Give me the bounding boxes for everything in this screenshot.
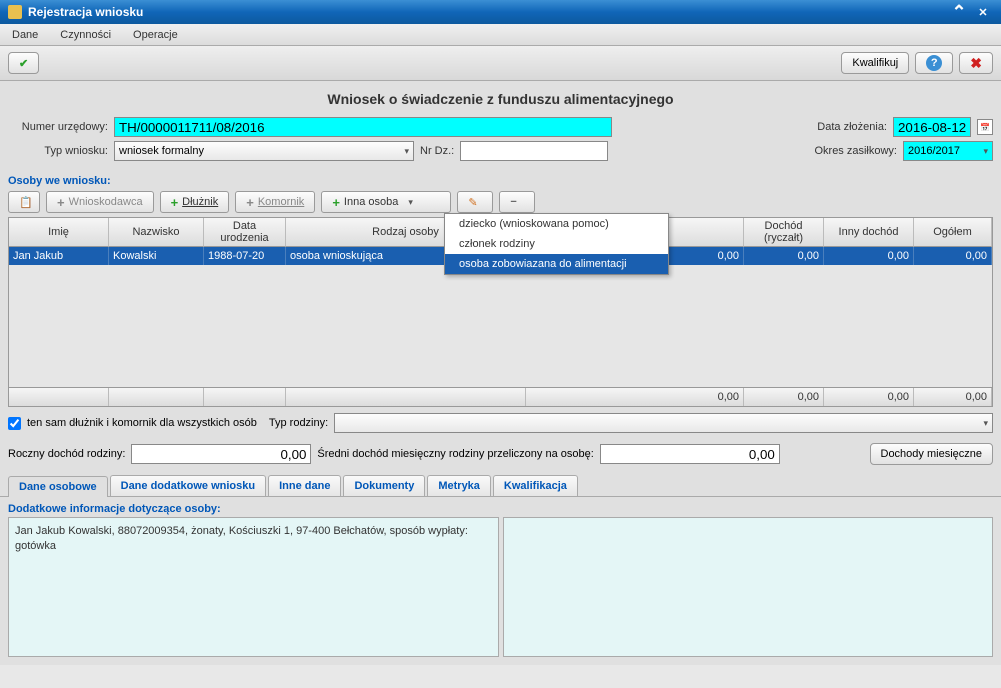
cell-inny: 0,00 — [824, 247, 914, 265]
typ-rodziny-select[interactable] — [334, 413, 993, 433]
typ-select[interactable]: wniosek formalny — [114, 141, 414, 161]
data-field[interactable] — [893, 117, 971, 137]
close-icon[interactable]: ✕ — [973, 4, 993, 20]
dluznik-label: Dłużnik — [182, 196, 218, 208]
dropdown-item-dziecko[interactable]: dziecko (wnioskowana pomoc) — [445, 214, 668, 234]
numer-field[interactable] — [114, 117, 612, 137]
confirm-button[interactable]: ✔ — [8, 52, 39, 74]
persons-toolbar: 📋 +Wnioskodawca +Dłużnik +Komornik +Inna… — [0, 189, 1001, 217]
details-section-label: Dodatkowe informacje dotyczące osoby: — [0, 497, 1001, 517]
foot-ogolem: 0,00 — [914, 388, 992, 406]
titlebar: Rejestracja wniosku ⌃ ✕ — [0, 0, 1001, 24]
calendar-icon[interactable]: 📅 — [977, 119, 993, 135]
add-komornik-button[interactable]: + Komornik — [235, 191, 315, 213]
dropdown-item-czlonek[interactable]: członek rodziny — [445, 234, 668, 254]
page-heading: Wniosek o świadczenie z funduszu aliment… — [0, 81, 1001, 113]
sredni-label: Średni dochód miesięczny rodziny przelic… — [317, 448, 593, 460]
col-inny[interactable]: Inny dochód — [824, 218, 914, 247]
komornik-label: Komornik — [258, 196, 304, 208]
nrdz-label: Nr Dz.: — [420, 145, 454, 157]
plus-icon: + — [246, 195, 254, 210]
app-icon — [8, 5, 22, 19]
cell-imie: Jan Jakub — [9, 247, 109, 265]
menu-czynnosci[interactable]: Czynności — [56, 27, 115, 43]
typ-rodziny-label: Typ rodziny: — [269, 417, 328, 429]
col-imie[interactable]: Imię — [9, 218, 109, 247]
cross-icon: ✖ — [970, 55, 982, 72]
toolbar: ✔ Kwalifikuj ? ✖ — [0, 46, 1001, 81]
numer-label: Numer urzędowy: — [8, 121, 108, 133]
col-data[interactable]: Data urodzenia — [204, 218, 286, 247]
tab-dane-osobowe[interactable]: Dane osobowe — [8, 476, 108, 497]
help-icon: ? — [926, 55, 942, 71]
person-details-box: Jan Jakub Kowalski, 88072009354, żonaty,… — [8, 517, 499, 657]
window-title: Rejestracja wniosku — [28, 5, 143, 19]
add-wnioskodawca-button[interactable]: + Wnioskodawca — [46, 191, 154, 213]
minimize-icon[interactable]: ⌃ — [949, 4, 969, 20]
add-dluznik-button[interactable]: +Dłużnik — [160, 191, 230, 213]
wnioskodawca-label: Wnioskodawca — [69, 196, 143, 208]
col-ryczalt[interactable]: Dochód (ryczałt) — [744, 218, 824, 247]
tab-dane-dodatkowe[interactable]: Dane dodatkowe wniosku — [110, 475, 266, 496]
plus-icon: + — [57, 195, 65, 210]
cell-ryczalt: 0,00 — [744, 247, 824, 265]
tab-inne-dane[interactable]: Inne dane — [268, 475, 341, 496]
same-dluznik-label: ten sam dłużnik i komornik dla wszystkic… — [27, 417, 257, 429]
check-icon: ✔ — [19, 57, 28, 70]
roczny-label: Roczny dochód rodziny: — [8, 448, 125, 460]
menu-dane[interactable]: Dane — [8, 27, 42, 43]
foot-inny: 0,00 — [824, 388, 914, 406]
cancel-button[interactable]: ✖ — [959, 52, 993, 74]
nrdz-field[interactable] — [460, 141, 608, 161]
roczny-field[interactable] — [131, 444, 311, 464]
inna-label: Inna osoba — [344, 196, 398, 208]
okres-select[interactable]: 2016/2017 — [903, 141, 993, 161]
remove-button[interactable]: − — [499, 191, 535, 213]
minus-icon: − — [510, 196, 516, 208]
person-details-box-2 — [503, 517, 994, 657]
help-button[interactable]: ? — [915, 52, 953, 74]
sredni-field[interactable] — [600, 444, 780, 464]
dropdown-item-zobowiazana[interactable]: osoba zobowiazana do alimentacji — [445, 254, 668, 274]
same-dluznik-checkbox[interactable] — [8, 417, 21, 430]
tabs: Dane osobowe Dane dodatkowe wniosku Inne… — [0, 475, 1001, 497]
copy-icon: 📋 — [19, 196, 33, 209]
tab-kwalifikacja[interactable]: Kwalifikacja — [493, 475, 578, 496]
col-nazwisko[interactable]: Nazwisko — [109, 218, 204, 247]
menubar: Dane Czynności Operacje — [0, 24, 1001, 46]
menu-operacje[interactable]: Operacje — [129, 27, 182, 43]
okres-label: Okres zasiłkowy: — [814, 145, 897, 157]
pencil-icon: ✎ — [468, 196, 477, 209]
data-label: Data złożenia: — [817, 121, 887, 133]
foot-dochod: 0,00 — [526, 388, 744, 406]
copy-button[interactable]: 📋 — [8, 191, 40, 213]
persons-section-label: Osoby we wniosku: — [0, 169, 1001, 189]
inna-osoba-dropdown: dziecko (wnioskowana pomoc) członek rodz… — [444, 213, 669, 275]
typ-value: wniosek formalny — [119, 145, 204, 157]
cell-nazwisko: Kowalski — [109, 247, 204, 265]
foot-ryczalt: 0,00 — [744, 388, 824, 406]
tab-dokumenty[interactable]: Dokumenty — [343, 475, 425, 496]
okres-value: 2016/2017 — [908, 145, 960, 157]
kwalifikuj-button[interactable]: Kwalifikuj — [841, 52, 909, 74]
edit-button[interactable]: ✎ — [457, 191, 493, 213]
dochody-miesieczne-button[interactable]: Dochody miesięczne — [870, 443, 994, 465]
typ-label: Typ wniosku: — [8, 145, 108, 157]
col-ogolem[interactable]: Ogółem — [914, 218, 992, 247]
cell-data: 1988-07-20 — [204, 247, 286, 265]
add-inna-osoba-button[interactable]: + Inna osoba — [321, 191, 451, 213]
cell-ogolem: 0,00 — [914, 247, 992, 265]
tab-metryka[interactable]: Metryka — [427, 475, 491, 496]
plus-icon: + — [171, 195, 179, 210]
plus-icon: + — [332, 195, 340, 210]
